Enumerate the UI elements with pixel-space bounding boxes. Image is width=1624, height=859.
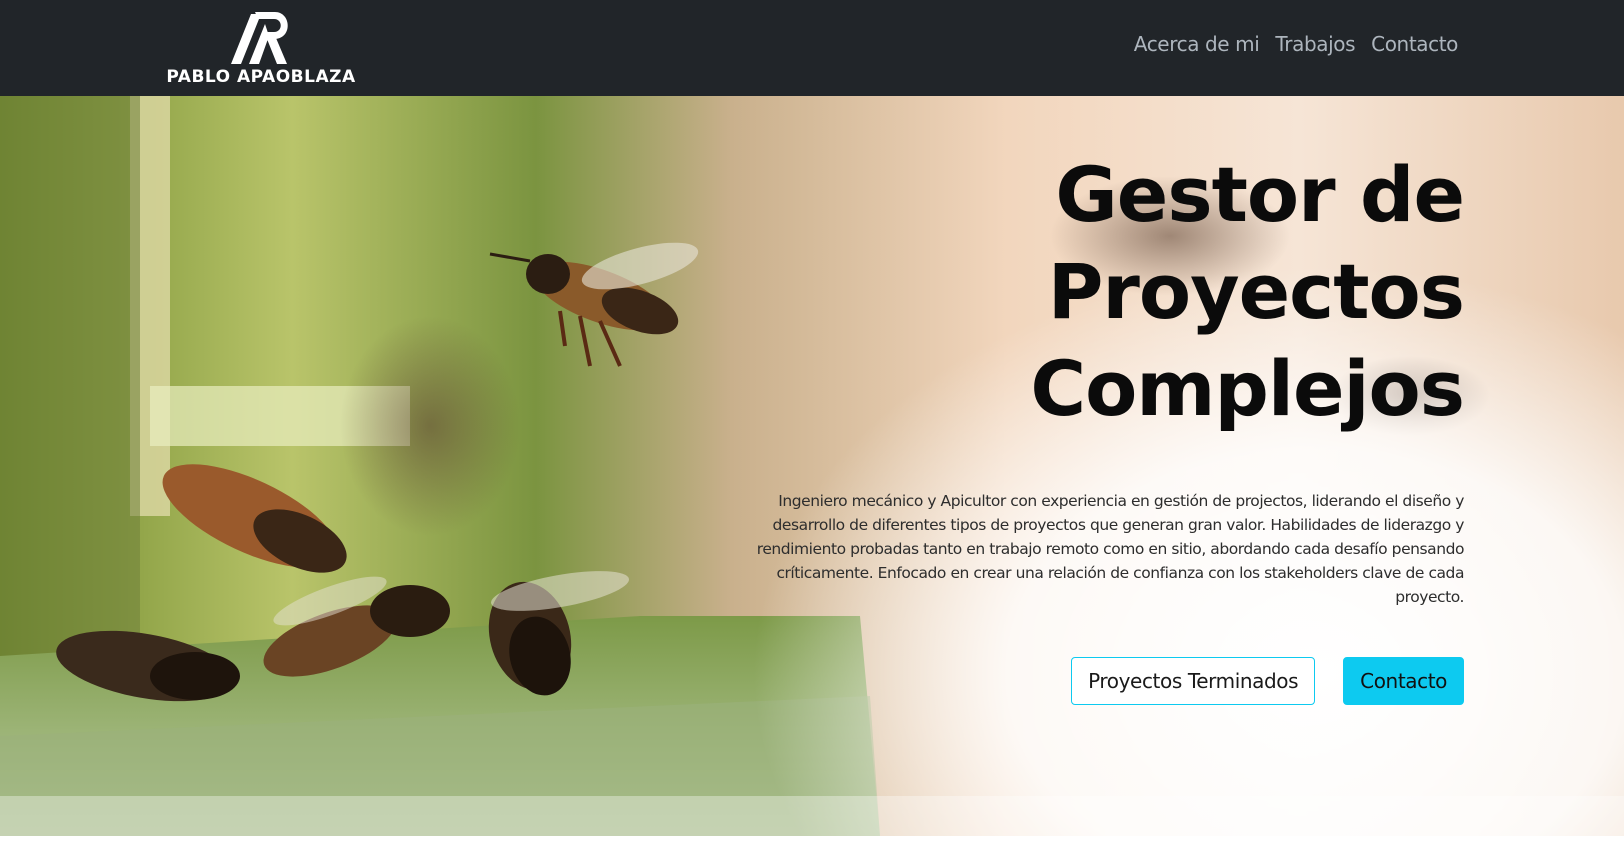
hero-title-line-1: Gestor de [1055,150,1465,239]
brand-name: PABLO APAOBLAZA [166,67,356,87]
navbar: PABLO APAOBLAZA Acerca de mi Trabajos Co… [0,0,1624,96]
nav-links: Acerca de mi Trabajos Contacto [1134,32,1459,56]
pa-logo-icon [231,12,288,64]
contacto-button[interactable]: Contacto [1343,657,1464,705]
nav-link-acerca[interactable]: Acerca de mi [1134,32,1260,56]
hero-content: Gestor de Proyectos Complejos Ingeniero … [704,146,1465,705]
nav-link-trabajos[interactable]: Trabajos [1275,32,1355,56]
hero-buttons: Proyectos Terminados Contacto [704,657,1464,705]
hero-title: Gestor de Proyectos Complejos [704,146,1465,437]
hero-section: Gestor de Proyectos Complejos Ingeniero … [0,96,1624,836]
hero-description: Ingeniero mecánico y Apicultor con exper… [756,492,1465,606]
nav-link-contacto[interactable]: Contacto [1371,32,1458,56]
hero-title-line-3: Complejos [1030,344,1465,433]
brand-logo[interactable]: PABLO APAOBLAZA [166,8,356,88]
hero-title-line-2: Proyectos [1047,247,1465,336]
proyectos-terminados-button[interactable]: Proyectos Terminados [1071,657,1316,705]
